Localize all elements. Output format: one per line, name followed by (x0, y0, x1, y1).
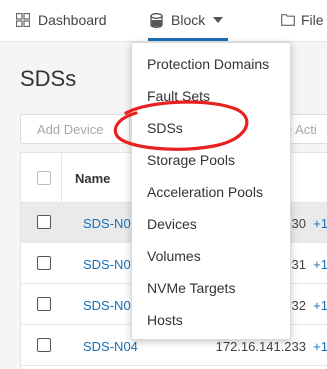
menu-item-label: NVMe Targets (147, 280, 236, 296)
menu-item-label: Volumes (147, 248, 201, 264)
active-tab-indicator (148, 38, 228, 41)
nav-block-label: Block (171, 12, 206, 28)
block-storage-icon (150, 12, 163, 28)
top-navigation: Dashboard Block File (0, 0, 327, 42)
select-all-checkbox[interactable] (37, 171, 51, 185)
nav-file-label: File (301, 12, 324, 28)
block-dropdown-menu: Protection Domains Fault Sets SDSs Stora… (131, 42, 291, 340)
sds-ip: 172.16.141.233 (215, 339, 306, 354)
page-title: SDSs (20, 66, 77, 91)
sds-name-link[interactable]: SDS-N02 (83, 257, 138, 272)
add-device-button[interactable]: Add Device (20, 114, 130, 144)
sds-name-link[interactable]: SDS-N04 (83, 339, 138, 354)
menu-item-hosts[interactable]: Hosts (132, 304, 290, 336)
menu-item-label: Acceleration Pools (147, 184, 263, 200)
sds-extra: +1 (313, 339, 327, 354)
menu-item-fault-sets[interactable]: Fault Sets (132, 80, 290, 112)
row-checkbox[interactable] (37, 215, 51, 229)
dashboard-grid-icon (16, 13, 30, 27)
menu-item-acceleration-pools[interactable]: Acceleration Pools (132, 176, 290, 208)
nav-dashboard[interactable]: Dashboard (16, 0, 107, 40)
add-device-label: Add Device (37, 121, 104, 137)
sds-ip: 31 (291, 257, 306, 272)
menu-item-storage-pools[interactable]: Storage Pools (132, 144, 290, 176)
menu-item-label: Fault Sets (147, 88, 211, 104)
nav-dashboard-label: Dashboard (38, 12, 107, 28)
caret-down-icon (213, 17, 224, 23)
sds-extra: +1 (313, 257, 327, 272)
menu-item-label: Devices (147, 216, 197, 232)
sds-ip: 32 (291, 298, 306, 313)
menu-item-label: Hosts (147, 312, 183, 328)
nav-file[interactable]: File (281, 0, 324, 40)
menu-item-nvme-targets[interactable]: NVMe Targets (132, 272, 290, 304)
row-checkbox[interactable] (37, 338, 51, 352)
column-divider (61, 153, 62, 203)
sds-extra: +1 (313, 216, 327, 231)
menu-item-sdss[interactable]: SDSs (132, 112, 290, 144)
menu-item-label: Protection Domains (147, 56, 270, 72)
name-column-header[interactable]: Name (75, 171, 110, 186)
menu-item-protection-domains[interactable]: Protection Domains (132, 48, 290, 80)
menu-item-label: Storage Pools (147, 152, 235, 168)
menu-item-volumes[interactable]: Volumes (132, 240, 290, 272)
nav-block[interactable]: Block (150, 0, 224, 40)
folder-icon (281, 14, 295, 26)
row-checkbox[interactable] (37, 256, 51, 270)
sds-ip: 30 (291, 216, 306, 231)
row-checkbox[interactable] (37, 297, 51, 311)
sds-extra: +1 (313, 298, 327, 313)
menu-item-label: SDSs (147, 120, 183, 136)
menu-item-devices[interactable]: Devices (132, 208, 290, 240)
sds-name-link[interactable]: SDS-N03 (83, 298, 138, 313)
sds-name-link[interactable]: SDS-N01 (83, 216, 138, 231)
